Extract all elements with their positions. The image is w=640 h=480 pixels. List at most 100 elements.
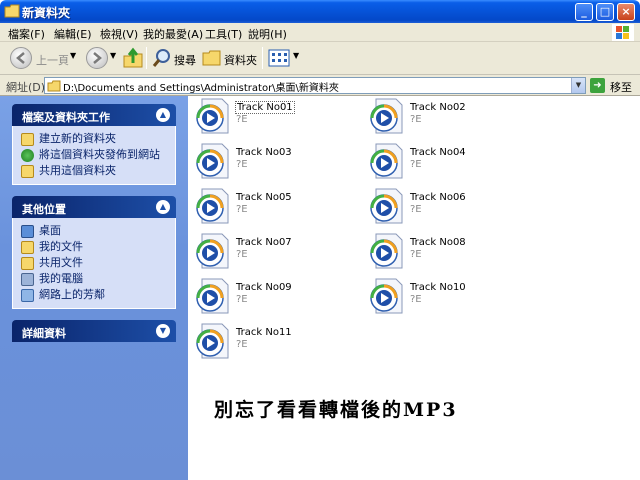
task-share-folder[interactable]: 共用這個資料夾 [21,163,167,179]
desktop-icon [21,225,34,238]
panel-title: 其他位置 [22,203,66,216]
media-file-icon [196,323,229,359]
place-label: 網路上的芳鄰 [39,288,105,301]
place-label: 我的電腦 [39,272,83,285]
file-item[interactable]: Track No04 ?E [364,141,534,181]
file-item[interactable]: Track No07 ?E [190,231,360,271]
chevron-up-icon[interactable]: ▲ [156,108,170,122]
file-tasks-body: 建立新的資料夾 將這個資料夾發佈到網站 共用這個資料夾 [12,126,176,185]
file-list-area: Track No01 ?E Track No02 ?E Track No03 ?E Trac… [188,96,640,480]
go-button[interactable]: ➜ 移至 [590,77,636,94]
chevron-up-icon[interactable]: ▲ [156,200,170,214]
media-file-icon [370,233,403,269]
menu-file[interactable]: 檔案(F) [8,26,45,42]
network-places-icon [21,289,34,302]
file-item[interactable]: Track No05 ?E [190,186,360,226]
search-icon[interactable] [152,48,172,68]
media-file-icon [196,233,229,269]
folders-icon[interactable] [202,49,222,67]
folder-icon [47,80,61,92]
file-type: ?E [236,204,248,215]
address-label: 網址(D) [6,81,46,94]
publish-web-icon [21,149,34,162]
file-tasks-panel: 檔案及資料夾工作 ▲ 建立新的資料夾 將這個資料夾發佈到網站 共用這個資料夾 [12,104,176,185]
address-dropdown-icon[interactable]: ▼ [571,78,585,93]
place-network[interactable]: 網路上的芳鄰 [21,287,167,303]
media-file-icon [370,143,403,179]
task-publish-web[interactable]: 將這個資料夾發佈到網站 [21,147,167,163]
place-my-documents[interactable]: 我的文件 [21,239,167,255]
file-item[interactable]: Track No06 ?E [364,186,534,226]
file-name: Track No02 [410,102,466,113]
forward-arrow-icon[interactable] [86,47,108,69]
file-item[interactable]: Track No01 ?E [190,96,360,136]
caption-text: 別忘了看看轉檔後的MP3 [214,399,458,421]
file-item[interactable]: Track No11 ?E [190,321,360,361]
file-name: Track No10 [410,282,466,293]
my-computer-icon [21,273,34,286]
file-name: Track No09 [236,282,292,293]
menu-help[interactable]: 說明(H) [248,26,287,42]
toolbar-separator [146,47,147,69]
file-type: ?E [410,294,422,305]
file-name: Track No07 [236,237,292,248]
place-desktop[interactable]: 桌面 [21,223,167,239]
new-folder-icon [21,133,34,146]
maximize-button[interactable]: □ [596,3,614,21]
other-places-header[interactable]: 其他位置 ▲ [12,196,176,218]
file-name: Track No04 [410,147,466,158]
media-file-icon [196,188,229,224]
panel-title: 檔案及資料夾工作 [22,111,110,124]
file-item[interactable]: Track No10 ?E [364,276,534,316]
address-input[interactable]: D:\Documents and Settings\Administrator\… [44,77,586,94]
file-item[interactable]: Track No03 ?E [190,141,360,181]
forward-dropdown-icon[interactable]: ▼ [110,51,116,60]
views-icon[interactable] [268,49,290,67]
toolbar: 上一頁 ▼ ▼ 搜尋 資料夾 ▼ [0,42,640,75]
file-item[interactable]: Track No09 ?E [190,276,360,316]
media-file-icon [370,98,403,134]
file-name: Track No06 [410,192,466,203]
details-panel: 詳細資料 ▼ [12,320,176,342]
file-name: Track No03 [236,147,292,158]
media-file-icon [196,143,229,179]
file-type: ?E [236,249,248,260]
file-type: ?E [236,339,248,350]
file-name: Track No08 [410,237,466,248]
menu-favorites[interactable]: 我的最愛(A) [143,26,203,42]
title-bar[interactable]: 新資料夾 _ □ × [0,0,640,23]
address-bar: 網址(D) D:\Documents and Settings\Administ… [0,75,640,96]
file-name: Track No01 [235,101,295,114]
views-dropdown-icon[interactable]: ▼ [293,51,299,60]
task-label: 將這個資料夾發佈到網站 [39,148,160,161]
close-button[interactable]: × [617,3,635,21]
file-type: ?E [236,294,248,305]
up-folder-icon[interactable] [122,47,144,69]
details-header[interactable]: 詳細資料 ▼ [12,320,176,342]
shared-documents-icon [21,257,34,270]
file-type: ?E [410,159,422,170]
menu-edit[interactable]: 編輯(E) [54,26,92,42]
task-new-folder[interactable]: 建立新的資料夾 [21,131,167,147]
menu-bar: 檔案(F) 編輯(E) 檢視(V) 我的最愛(A) 工具(T) 說明(H) [0,23,640,42]
chevron-down-icon[interactable]: ▼ [156,324,170,338]
menu-tools[interactable]: 工具(T) [205,26,242,42]
minimize-button[interactable]: _ [575,3,593,21]
back-arrow-icon[interactable] [10,47,32,69]
file-tasks-header[interactable]: 檔案及資料夾工作 ▲ [12,104,176,126]
share-folder-icon [21,165,34,178]
folders-button-label[interactable]: 資料夾 [224,52,257,68]
menu-view[interactable]: 檢視(V) [100,26,138,42]
other-places-panel: 其他位置 ▲ 桌面 我的文件 共用文件 我的電腦 網路上的芳鄰 [12,196,176,309]
place-label: 桌面 [39,224,61,237]
place-my-computer[interactable]: 我的電腦 [21,271,167,287]
toolbar-separator [262,47,263,69]
back-button-label[interactable]: 上一頁 [36,52,69,68]
window-title: 新資料夾 [22,6,71,20]
search-button-label[interactable]: 搜尋 [174,52,196,68]
file-item[interactable]: Track No08 ?E [364,231,534,271]
other-places-body: 桌面 我的文件 共用文件 我的電腦 網路上的芳鄰 [12,218,176,309]
back-dropdown-icon[interactable]: ▼ [70,51,76,60]
file-item[interactable]: Track No02 ?E [364,96,534,136]
place-shared-documents[interactable]: 共用文件 [21,255,167,271]
